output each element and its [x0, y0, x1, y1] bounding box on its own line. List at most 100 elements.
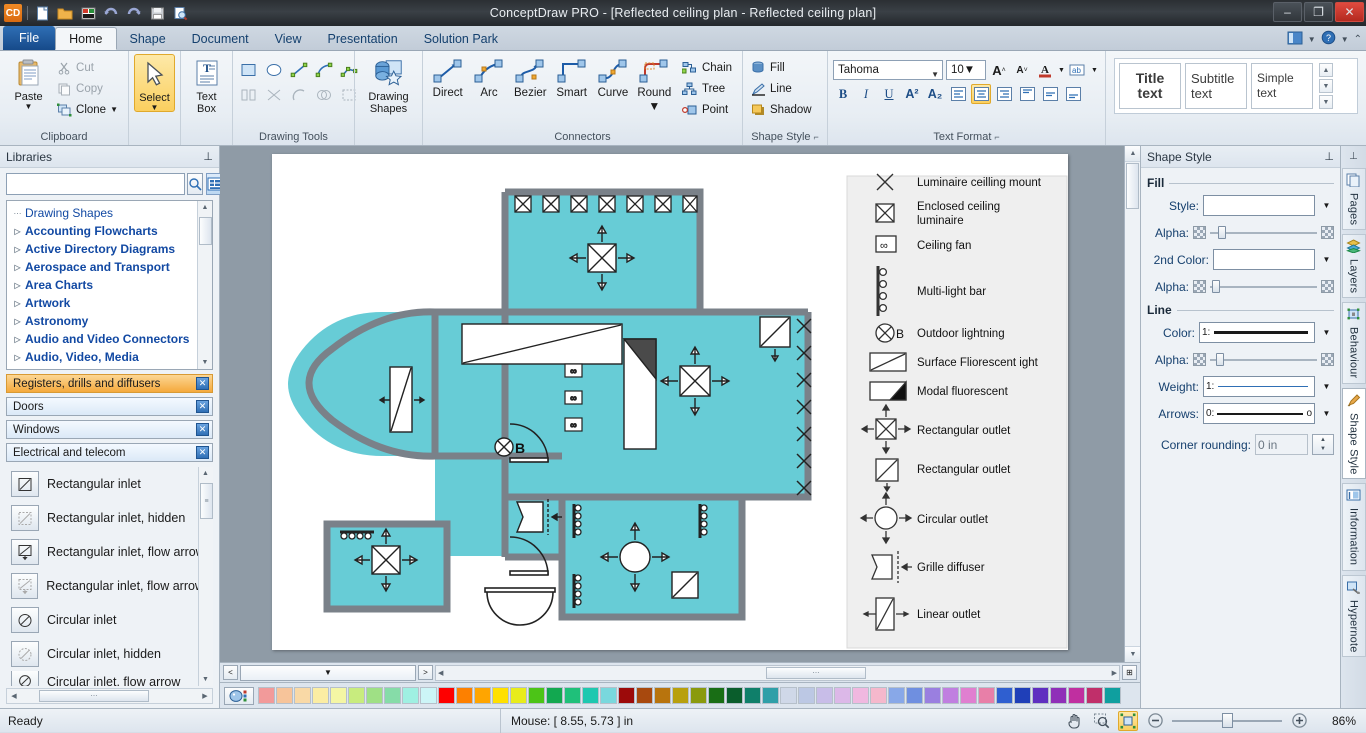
color-swatch[interactable]: [384, 687, 401, 704]
shape-list-hscrollbar[interactable]: ◀ ⋯ ▶: [6, 688, 213, 704]
panels-dropdown-icon[interactable]: ▼: [1308, 35, 1316, 44]
list-item[interactable]: Circular inlet, flow arrow: [6, 671, 213, 686]
document-page[interactable]: B: [272, 154, 1068, 650]
canvas-hscroll-left-icon[interactable]: ◀: [438, 669, 443, 677]
line-color-dropdown-icon[interactable]: ▼: [1319, 323, 1334, 342]
underline-button[interactable]: U: [879, 84, 899, 104]
color-swatch[interactable]: [492, 687, 509, 704]
paste-button[interactable]: Paste ▼: [5, 54, 52, 110]
grow-font-button[interactable]: A˄: [989, 60, 1009, 80]
color-swatch[interactable]: [1104, 687, 1121, 704]
color-swatch[interactable]: [798, 687, 815, 704]
font-size-select[interactable]: 10▼: [946, 60, 986, 80]
tab-view[interactable]: View: [262, 27, 315, 50]
drawing-canvas[interactable]: B: [220, 146, 1140, 662]
color-swatch[interactable]: [870, 687, 887, 704]
connector-round-button[interactable]: Round ▼: [635, 54, 674, 113]
color-swatch[interactable]: [780, 687, 797, 704]
shapelist-scroll-thumb[interactable]: ≡: [200, 483, 213, 519]
shape-style-dialog-launcher[interactable]: ⌐: [814, 132, 819, 142]
page-selector[interactable]: ▼: [240, 665, 416, 681]
text-format-dialog-launcher[interactable]: ⌐: [994, 132, 999, 142]
page-prev-button[interactable]: <: [223, 665, 238, 680]
library-search-button[interactable]: [187, 173, 203, 195]
text-box-button[interactable]: T TextBox: [186, 54, 227, 115]
fill-style-dropdown-icon[interactable]: ▼: [1319, 196, 1334, 215]
connector-bezier-button[interactable]: Bezier: [511, 54, 550, 99]
color-swatch[interactable]: [474, 687, 491, 704]
tree-expander-icon[interactable]: ▷: [13, 335, 22, 344]
shape-list-scrollbar[interactable]: ▲ ≡ ▼: [198, 467, 213, 686]
hscroll-thumb[interactable]: ⋯: [39, 690, 149, 702]
vtab-shape-style[interactable]: Shape Style: [1342, 388, 1366, 480]
tree-item-audit-flowcharts[interactable]: ▷Audit Flowcharts: [7, 366, 212, 370]
line-color-select[interactable]: 1:: [1199, 322, 1315, 343]
second-alpha-slider[interactable]: [1210, 280, 1317, 293]
clone-button[interactable]: Clone ▼: [54, 100, 123, 119]
library-tab-close-icon[interactable]: ✕: [196, 377, 209, 390]
connector-direct-button[interactable]: Direct: [428, 54, 467, 99]
color-swatch[interactable]: [1086, 687, 1103, 704]
color-swatch[interactable]: [420, 687, 437, 704]
split-shapes-icon[interactable]: [263, 84, 285, 106]
library-tree[interactable]: ⋯Drawing Shapes ▷Accounting Flowcharts ▷…: [6, 200, 213, 370]
color-swatch[interactable]: [690, 687, 707, 704]
color-swatch[interactable]: [618, 687, 635, 704]
text-direction-button[interactable]: ab: [1068, 60, 1088, 80]
italic-button[interactable]: I: [856, 84, 876, 104]
second-color-select[interactable]: [1213, 249, 1315, 270]
tab-shape[interactable]: Shape: [117, 27, 179, 50]
align-top-button[interactable]: [1017, 84, 1037, 104]
print-preview-icon[interactable]: [171, 4, 189, 22]
tree-expander-icon[interactable]: ▷: [13, 353, 22, 362]
help-icon[interactable]: ?: [1321, 30, 1336, 48]
zoom-in-button[interactable]: [1289, 711, 1309, 731]
connector-arc-button[interactable]: Arc: [469, 54, 508, 99]
color-swatch[interactable]: [744, 687, 761, 704]
join-shapes-icon[interactable]: [238, 84, 260, 106]
color-swatch[interactable]: [546, 687, 563, 704]
color-swatch[interactable]: [726, 687, 743, 704]
align-left-button[interactable]: [948, 84, 968, 104]
tree-item-drawing-shapes[interactable]: ⋯Drawing Shapes: [7, 204, 212, 222]
color-swatch[interactable]: [528, 687, 545, 704]
paste-dropdown-icon[interactable]: ▼: [25, 103, 33, 110]
color-swatch[interactable]: [276, 687, 293, 704]
tree-item-active-directory-diagrams[interactable]: ▷Active Directory Diagrams: [7, 240, 212, 258]
color-swatch[interactable]: [1050, 687, 1067, 704]
vtab-hypernote[interactable]: Hypernote: [1342, 575, 1366, 658]
line-alpha-slider[interactable]: [1210, 353, 1317, 366]
color-swatch[interactable]: [366, 687, 383, 704]
library-tab-close-icon[interactable]: ✕: [196, 400, 209, 413]
tree-scroll-thumb[interactable]: [199, 217, 212, 245]
union-shapes-icon[interactable]: [313, 84, 335, 106]
color-swatch[interactable]: [960, 687, 977, 704]
tree-scroll-down-icon[interactable]: ▼: [199, 356, 212, 369]
shadow-button[interactable]: Shadow: [748, 100, 817, 119]
tree-expander-icon[interactable]: ▷: [13, 263, 22, 272]
library-tab-windows[interactable]: Windows ✕: [6, 420, 213, 439]
line-weight-select[interactable]: 1:: [1203, 376, 1315, 397]
canvas-scroll-up-icon[interactable]: ▲: [1125, 146, 1140, 162]
tab-presentation[interactable]: Presentation: [315, 27, 411, 50]
vtab-information[interactable]: Information: [1342, 483, 1366, 570]
clone-dropdown-icon[interactable]: ▼: [110, 105, 118, 114]
color-swatch[interactable]: [852, 687, 869, 704]
superscript-button[interactable]: A²: [902, 84, 922, 104]
library-tab-doors[interactable]: Doors ✕: [6, 397, 213, 416]
text-direction-dropdown-icon[interactable]: ▼: [1091, 67, 1098, 74]
color-swatch[interactable]: [924, 687, 941, 704]
tree-expander-icon[interactable]: ▷: [13, 317, 22, 326]
redo-icon[interactable]: [125, 4, 143, 22]
vtabs-pin-icon[interactable]: ⊥: [1349, 148, 1358, 164]
copy-button[interactable]: Copy: [54, 79, 123, 98]
vtab-layers[interactable]: Layers: [1342, 234, 1366, 298]
color-swatch[interactable]: [636, 687, 653, 704]
floor-plan-drawing[interactable]: B: [272, 154, 1068, 650]
vtab-behaviour[interactable]: Behaviour: [1342, 302, 1366, 383]
color-swatch[interactable]: [582, 687, 599, 704]
style-subtitle-text[interactable]: Subtitle text: [1185, 63, 1247, 109]
tree-button[interactable]: Tree: [680, 79, 737, 98]
tree-expander-icon[interactable]: ▷: [13, 281, 22, 290]
tree-item-astronomy[interactable]: ▷Astronomy: [7, 312, 212, 330]
